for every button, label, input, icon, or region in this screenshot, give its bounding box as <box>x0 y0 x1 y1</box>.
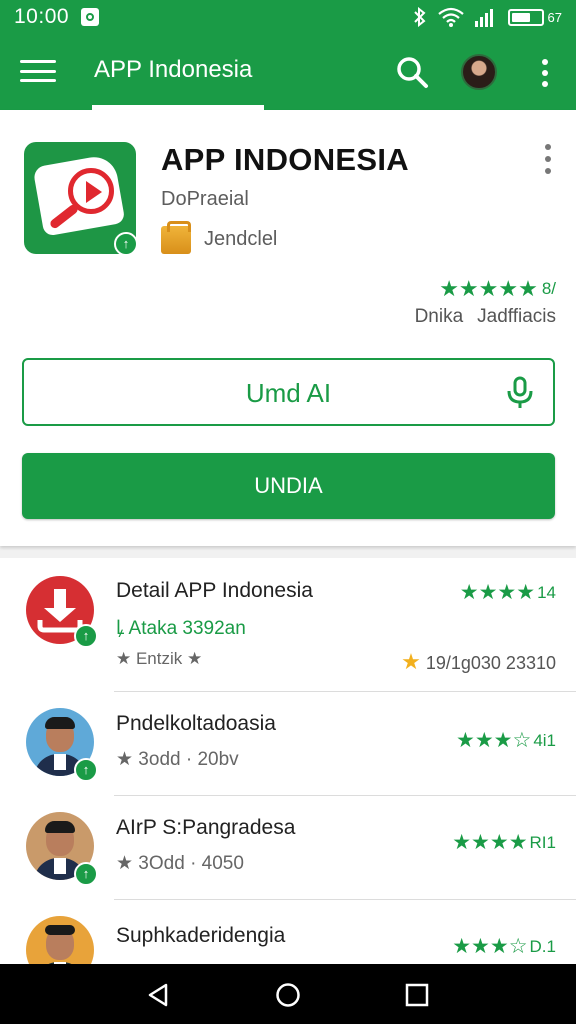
hamburger-icon[interactable] <box>20 56 56 86</box>
recents-icon[interactable] <box>404 982 430 1008</box>
briefcase-icon <box>161 221 191 254</box>
list-item-subtitle: ★ 3Odd · 4050 <box>116 853 244 874</box>
notification-icon <box>81 8 100 26</box>
profile-avatar[interactable] <box>461 54 497 90</box>
list-item-subtitle: ★ 3odd · 20bv <box>116 749 239 770</box>
update-badge-icon: ↑ <box>74 758 98 782</box>
meta-row: Dnika Jadffiacis <box>415 306 556 328</box>
list-item[interactable]: Suphkaderidengia ★★★☆ D.1 <box>0 900 576 964</box>
app-list: ↑ Detail APP Indonesia ꝲ Ataka 3392an ★ … <box>0 558 576 964</box>
list-item-rating-count: 4i1 <box>533 730 556 750</box>
rating-stars: ★★★★★ <box>439 276 538 301</box>
list-item-stars: ★★★★ <box>459 581 536 604</box>
list-item[interactable]: ↑ Detail APP Indonesia ꝲ Ataka 3392an ★ … <box>0 558 576 692</box>
bluetooth-icon <box>413 7 426 27</box>
battery-icon: 67 <box>507 8 562 26</box>
list-item-rating-count: D.1 <box>529 936 556 956</box>
list-item-rating: ★★★★ RI1 <box>452 830 556 855</box>
meta-1: Dnika <box>414 306 464 327</box>
avatar <box>26 916 94 964</box>
battery-label: 67 <box>547 9 562 25</box>
category-label[interactable]: Jendclel <box>204 228 277 251</box>
list-item-meta: ★ Entzik ★ <box>116 649 203 668</box>
list-item-stars: ★★★☆ <box>452 935 528 958</box>
star-icon: ★ <box>401 649 421 674</box>
list-item-rating: ★★★☆ D.1 <box>452 934 556 959</box>
list-item[interactable]: ↑ AIrP S:Pangradesa ★ 3Odd · 4050 ★★★★ R… <box>0 796 576 900</box>
system-nav-bar <box>0 964 576 1024</box>
app-name: APP INDONESIA <box>161 142 409 177</box>
update-badge-icon: ↑ <box>114 232 138 256</box>
app-logo: ↑ <box>24 142 138 256</box>
update-badge-icon: ↑ <box>74 862 98 886</box>
status-bar: 10:00 67 <box>0 0 576 34</box>
list-item-rating: ★★★★ 14 <box>460 580 556 605</box>
app-detail-card: ↑ APP INDONESIA DoPraeial Jendclel ★★★★★… <box>0 110 576 546</box>
list-item-date-text: 19/1g030 23310 <box>425 653 556 673</box>
home-icon[interactable] <box>275 982 301 1008</box>
rating-count: 8/ <box>541 279 556 298</box>
solid-button[interactable]: UNDIA <box>22 453 555 519</box>
list-item-subtitle: ꝲ Ataka 3392an <box>116 618 246 639</box>
list-item-title: Suphkaderidengia <box>116 924 286 947</box>
app-bar: APP Indonesia <box>0 34 576 110</box>
app-bar-title[interactable]: APP Indonesia <box>94 56 252 84</box>
battery-fill <box>511 12 531 22</box>
signal-icon <box>474 9 493 27</box>
status-time: 10:00 <box>14 5 70 28</box>
card-overflow-icon[interactable] <box>542 144 554 174</box>
list-item-stars: ★★★☆ <box>456 729 532 752</box>
update-badge-icon: ↑ <box>74 624 98 648</box>
list-item-stars: ★★★★ <box>452 831 528 854</box>
developer-name[interactable]: DoPraeial <box>161 188 249 211</box>
wifi-icon <box>437 7 464 27</box>
list-item-title: AIrP S:Pangradesa <box>116 816 296 839</box>
outline-button[interactable]: Umd AI <box>22 358 555 426</box>
meta-2: Jadffiacis <box>477 306 556 327</box>
list-item-title: Pndelkoltadoasia <box>116 712 276 735</box>
mic-icon[interactable] <box>505 376 535 410</box>
list-item[interactable]: ↑ Pndelkoltadoasia ★ 3odd · 20bv ★★★☆ 4i… <box>0 692 576 796</box>
solid-button-label: UNDIA <box>254 473 323 498</box>
search-icon[interactable] <box>394 54 430 90</box>
back-icon[interactable] <box>146 982 172 1008</box>
list-item-rating-count: RI1 <box>529 832 556 852</box>
rating: ★★★★★ 8/ <box>439 276 556 302</box>
status-icons: 67 <box>412 7 562 27</box>
list-item-title: Detail APP Indonesia <box>116 579 313 602</box>
list-item-rating: ★★★☆ 4i1 <box>456 728 556 753</box>
list-item-date: ★ 19/1g030 23310 <box>401 649 556 675</box>
outline-button-label: Umd AI <box>245 378 332 408</box>
list-item-rating-count: 14 <box>537 582 556 602</box>
overflow-icon[interactable] <box>538 56 552 90</box>
